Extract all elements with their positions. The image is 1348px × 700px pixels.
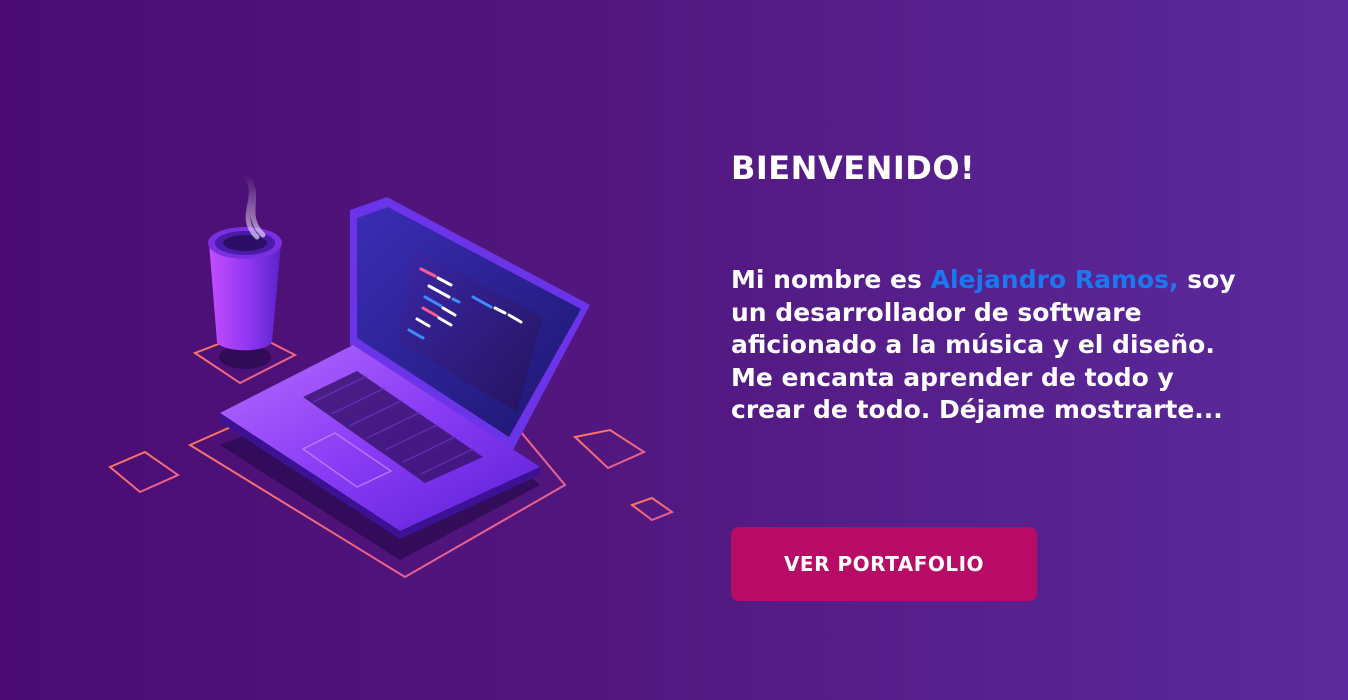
intro-prefix: Mi nombre es <box>731 265 931 294</box>
hero-text: BIENVENIDO! Mi nombre es Alejandro Ramos… <box>731 148 1251 427</box>
coffee-cup-icon <box>208 173 282 369</box>
intro-paragraph: Mi nombre es Alejandro Ramos, soy un des… <box>731 264 1243 427</box>
hero-illustration <box>95 145 695 595</box>
page-title: BIENVENIDO! <box>731 149 976 187</box>
author-name: Alejandro Ramos, <box>930 265 1179 294</box>
view-portfolio-button[interactable]: VER PORTAFOLIO <box>731 527 1037 601</box>
